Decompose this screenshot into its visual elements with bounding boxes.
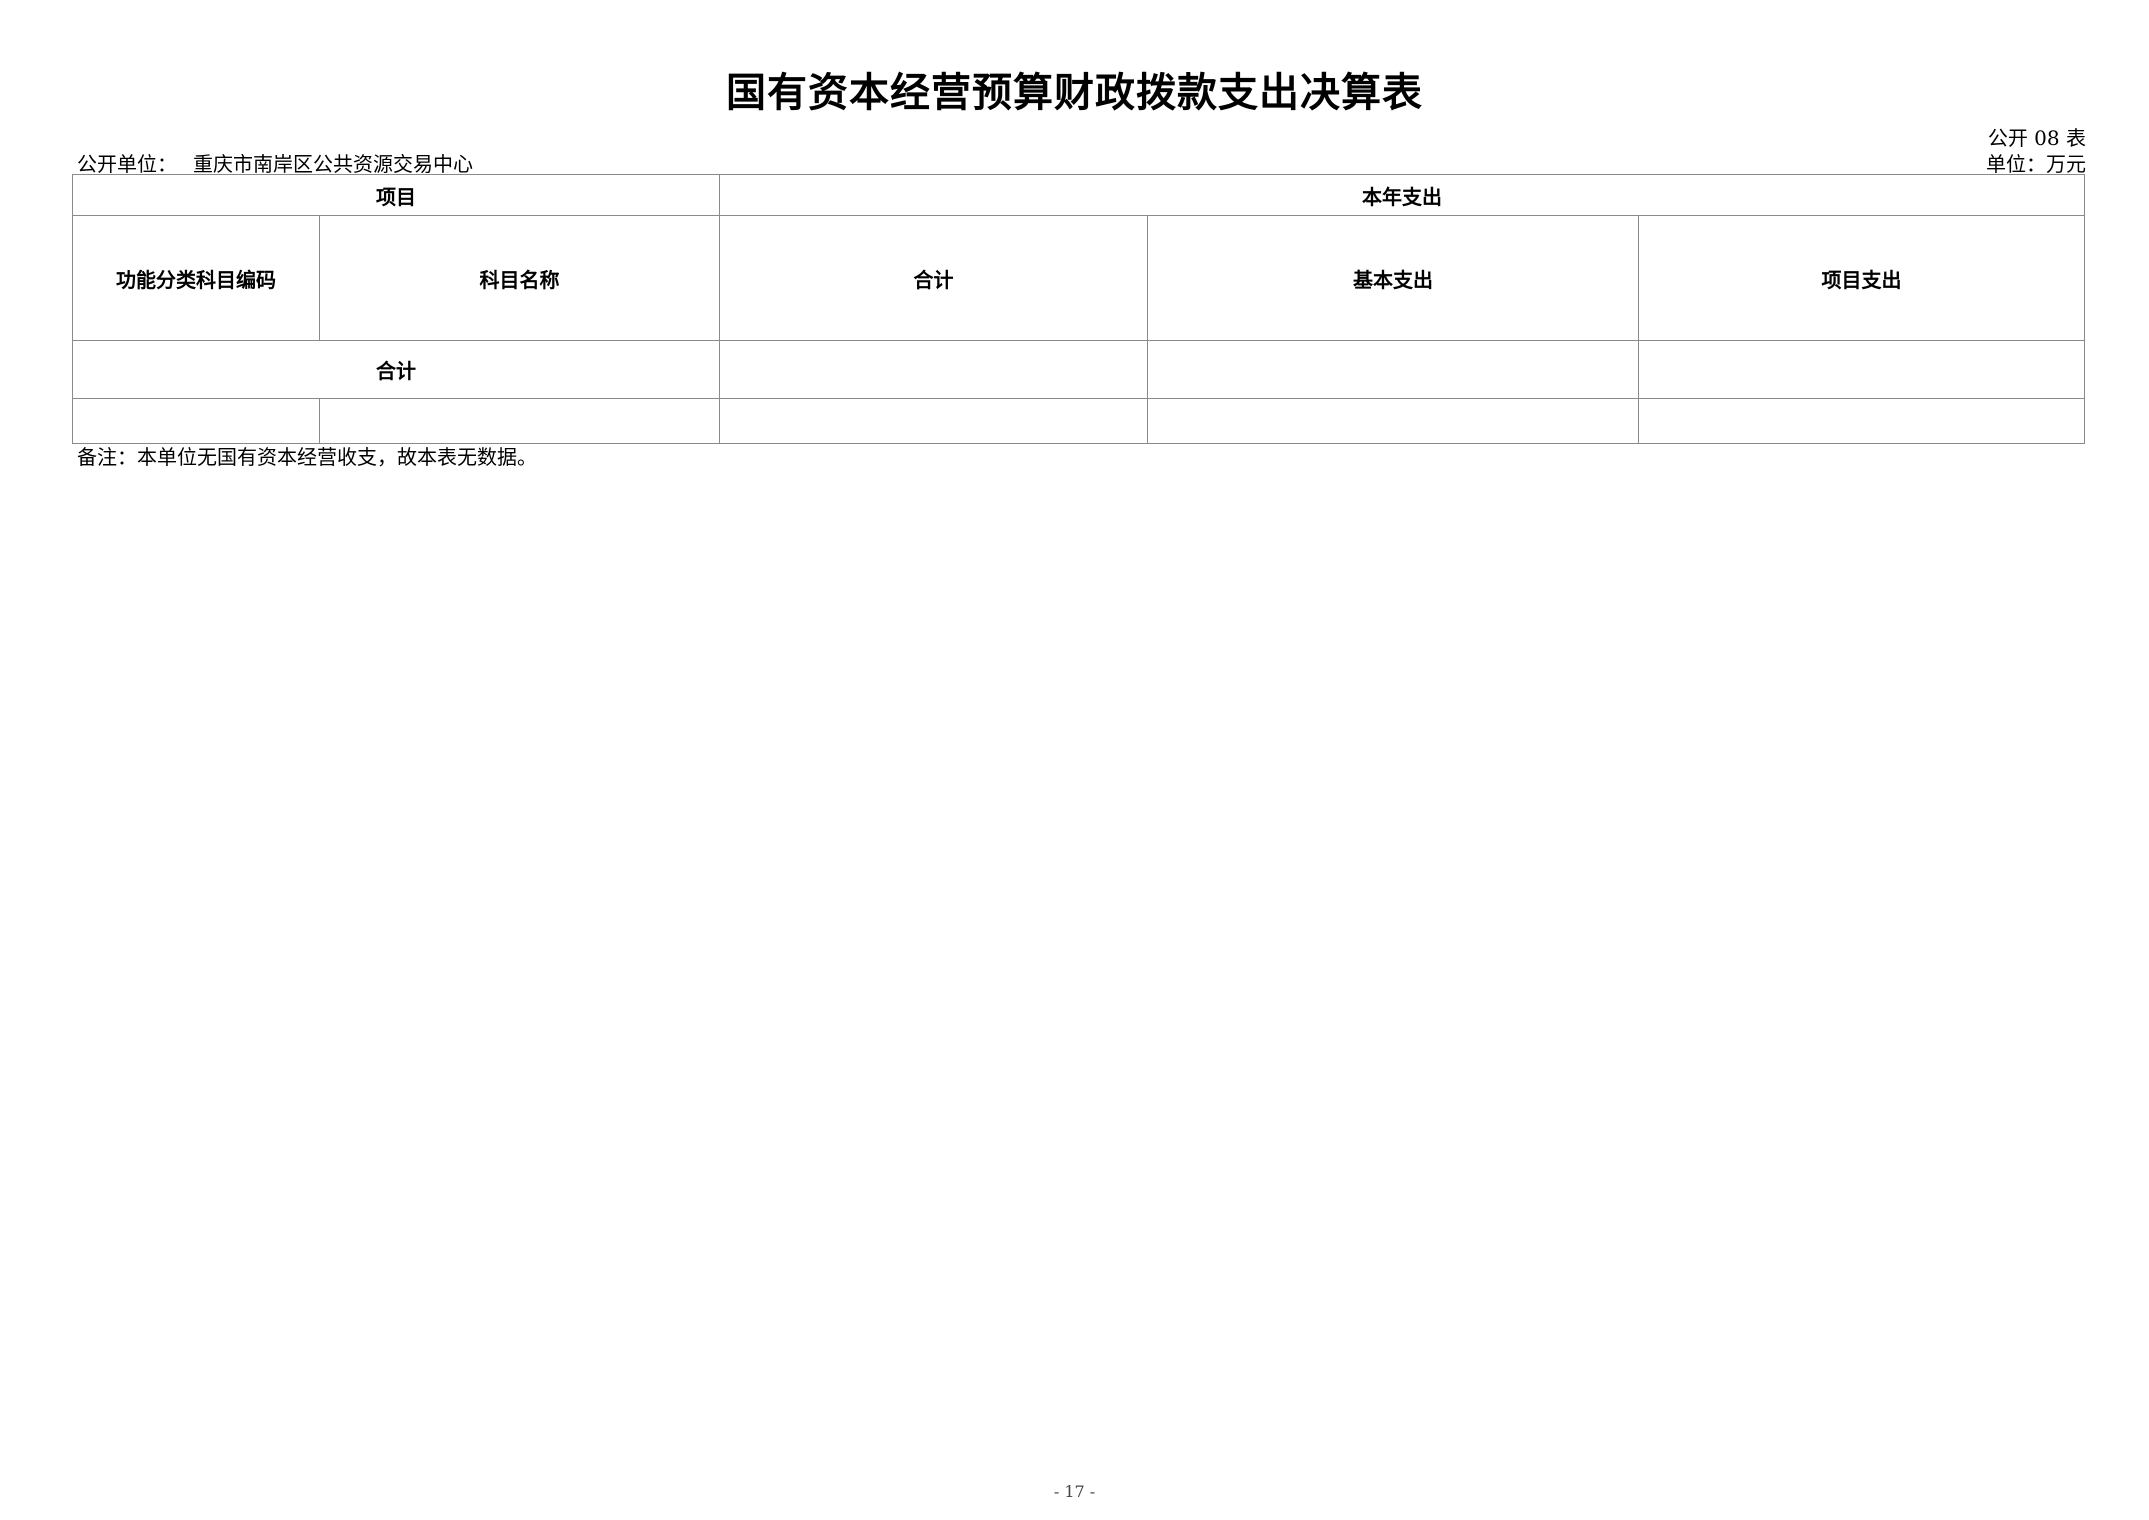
- budget-table: 项目 本年支出 功能分类科目编码 科目名称 合计 基本支出 项目支出 合计: [72, 174, 2085, 444]
- table-cell: [719, 398, 1148, 444]
- header-current-year-expenditure: 本年支出: [719, 174, 2085, 216]
- header-basic-expenditure: 基本支出: [1147, 215, 1639, 341]
- remark-note: 备注：本单位无国有资本经营收支，故本表无数据。: [77, 445, 537, 469]
- header-project-expenditure: 项目支出: [1638, 215, 2085, 341]
- total-row-basic-cell: [1147, 340, 1639, 399]
- table-cell: [1638, 398, 2085, 444]
- total-row-total-cell: [719, 340, 1148, 399]
- reporting-unit: 公开单位： 重庆市南岸区公共资源交易中心: [77, 148, 473, 177]
- table-cell: [72, 398, 320, 444]
- header-row-group: 项目 本年支出: [72, 174, 2085, 216]
- header-project: 项目: [72, 174, 720, 216]
- document-title: 国有资本经营预算财政拨款支出决算表: [726, 70, 1423, 116]
- page-number: - 17 -: [1053, 1482, 1096, 1501]
- table-cell: [319, 398, 720, 444]
- reporting-unit-name: 重庆市南岸区公共资源交易中心: [193, 152, 473, 176]
- table-row-total: 合计: [72, 340, 2085, 399]
- header-subject-name: 科目名称: [319, 215, 720, 341]
- form-code: 公开 08 表: [1987, 126, 2086, 150]
- total-row-project-cell: [1638, 340, 2085, 399]
- currency-unit: 单位：万元: [1986, 152, 2086, 176]
- table-cell: [1147, 398, 1639, 444]
- reporting-unit-label: 公开单位：: [77, 152, 177, 176]
- header-row-columns: 功能分类科目编码 科目名称 合计 基本支出 项目支出: [72, 215, 2085, 341]
- header-total: 合计: [719, 215, 1148, 341]
- table-row: [72, 398, 2085, 444]
- total-row-label: 合计: [72, 340, 720, 399]
- header-function-code: 功能分类科目编码: [72, 215, 320, 341]
